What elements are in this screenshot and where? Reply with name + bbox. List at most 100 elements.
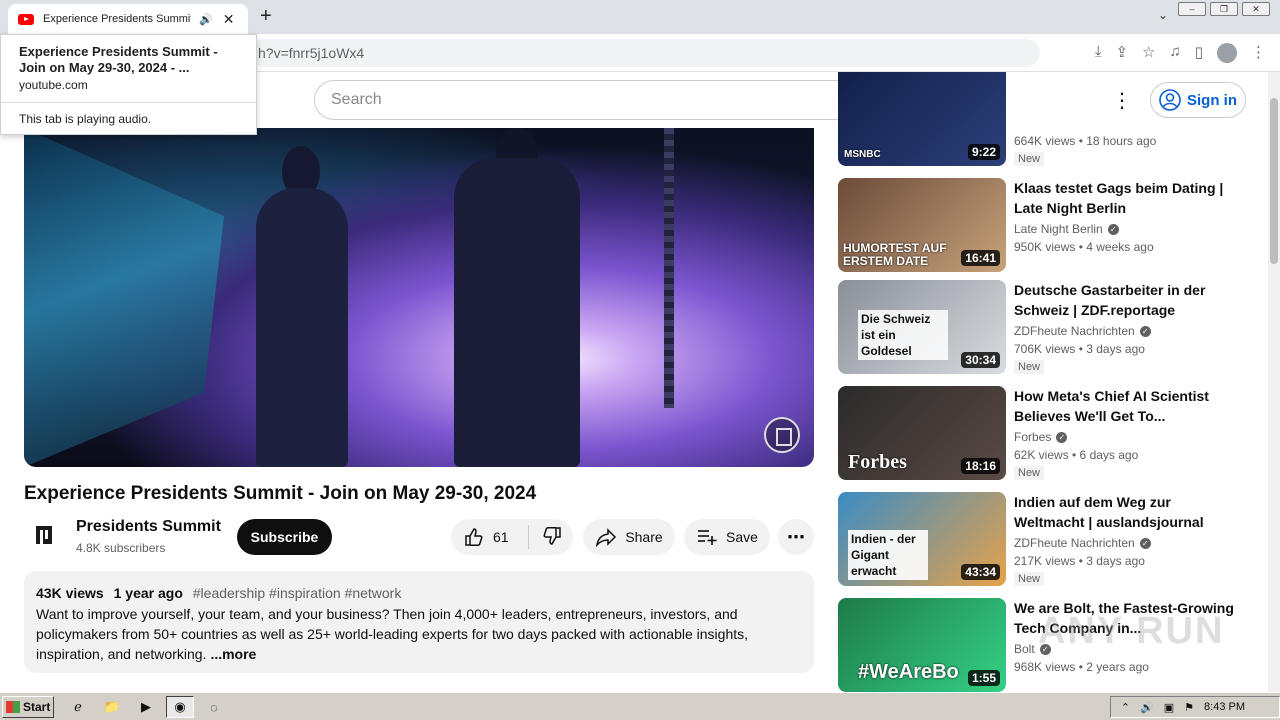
menu-dots-icon[interactable]: ⋮ xyxy=(1251,43,1266,63)
close-tab-icon[interactable]: ✕ xyxy=(223,11,235,28)
thumbnail-caption: HUMORTEST AUF ERSTEM DATE xyxy=(843,241,947,268)
bookmark-star-icon[interactable]: ☆ xyxy=(1142,43,1155,63)
chrome-icon[interactable]: ◉ xyxy=(166,696,194,718)
media-control-icon[interactable]: ♫ xyxy=(1169,43,1180,63)
address-bar[interactable] xyxy=(250,39,1040,67)
save-label: Save xyxy=(726,529,758,545)
start-label: Start xyxy=(23,700,51,714)
show-more-link[interactable]: ...more xyxy=(210,646,256,662)
recommended-channel[interactable]: Late Night Berlin ✓ xyxy=(1014,222,1119,236)
recommended-video[interactable]: Forbes 18:16 How Meta's Chief AI Scienti… xyxy=(838,386,1268,480)
start-button[interactable]: Start xyxy=(2,696,54,718)
video-thumbnail[interactable]: HUMORTEST AUF ERSTEM DATE 16:41 xyxy=(838,178,1006,272)
recommended-video-stats: 217K views • 3 days ago xyxy=(1014,554,1145,568)
verified-check-icon: ✓ xyxy=(1139,325,1151,337)
ie-icon[interactable]: ℯ xyxy=(64,696,92,718)
recommended-video[interactable]: Indien - der Gigant erwacht 43:34 Indien… xyxy=(838,492,1268,586)
volume-icon[interactable]: 🔊 xyxy=(1140,701,1154,714)
video-thumbnail[interactable]: Indien - der Gigant erwacht 43:34 xyxy=(838,492,1006,586)
description-body: Want to improve yourself, your team, and… xyxy=(36,606,749,662)
dislike-button[interactable] xyxy=(529,525,563,550)
video-frame-person xyxy=(256,188,348,467)
scrollbar-thumb[interactable] xyxy=(1270,98,1278,264)
share-label: Share xyxy=(625,529,663,545)
video-thumbnail[interactable]: Forbes 18:16 xyxy=(838,386,1006,480)
recommended-video-stats: 664K views • 18 hours ago xyxy=(1014,134,1157,148)
speaker-icon[interactable]: 🔊 xyxy=(199,13,213,26)
url-text[interactable]: h?v=fnrr5j1oWx4 xyxy=(258,45,364,61)
share-page-icon[interactable]: ⇪ xyxy=(1115,43,1128,63)
page-scrollbar[interactable] xyxy=(1268,72,1280,692)
playlist-add-icon xyxy=(698,530,717,545)
recommended-video-title[interactable]: Deutsche Gastarbeiter in der Schweiz | Z… xyxy=(1014,280,1234,320)
browser-tabstrip: Experience Presidents Summit - 🔊 ✕ + ⌄ –… xyxy=(0,0,1280,34)
channel-avatar[interactable] xyxy=(27,518,61,552)
recommended-channel[interactable]: ZDFheute Nachrichten ✓ xyxy=(1014,536,1151,550)
recommended-video-stats: 968K views • 2 years ago xyxy=(1014,660,1149,674)
edge-icon[interactable]: ◌ xyxy=(200,696,228,718)
verified-check-icon: ✓ xyxy=(1107,223,1119,235)
install-icon[interactable]: ⤓ xyxy=(1095,43,1102,63)
save-button[interactable]: Save xyxy=(684,519,770,555)
recommended-video-title[interactable]: Indien auf dem Weg zur Weltmacht | ausla… xyxy=(1014,492,1234,532)
folder-icon[interactable]: 📁 xyxy=(98,696,126,718)
tab-hover-card: Experience Presidents Summit - Join on M… xyxy=(0,34,257,135)
new-badge: New xyxy=(1014,152,1045,166)
clock[interactable]: 8:43 PM xyxy=(1204,701,1245,713)
recommended-video-title[interactable]: How Meta's Chief AI Scientist Believes W… xyxy=(1014,386,1234,426)
video-frame-person xyxy=(454,158,580,467)
video-duration: 43:34 xyxy=(961,564,1000,580)
recommended-video-stats: 706K views • 3 days ago xyxy=(1014,342,1145,356)
profile-icon[interactable] xyxy=(1217,43,1237,63)
recommended-video[interactable]: HUMORTEST AUF ERSTEM DATE 16:41 Klaas te… xyxy=(838,178,1268,272)
video-thumbnail[interactable]: Die Schweiz ist ein Goldesel 30:34 xyxy=(838,280,1006,374)
chevron-down-icon[interactable]: ⌄ xyxy=(1158,8,1168,22)
recommended-video-title[interactable]: Klaas testet Gags beim Dating | Late Nig… xyxy=(1014,178,1234,218)
recommended-video[interactable]: Die Schweiz ist ein Goldesel 30:34 Deuts… xyxy=(838,280,1268,374)
thumbnail-caption: Die Schweiz ist ein Goldesel xyxy=(858,310,948,360)
windows-logo-icon xyxy=(6,701,20,713)
recommended-channel[interactable]: ZDFheute Nachrichten ✓ xyxy=(1014,324,1151,338)
verified-check-icon: ✓ xyxy=(1056,431,1068,443)
recommended-video-stats: 62K views • 6 days ago xyxy=(1014,448,1139,462)
like-button[interactable]: 61 xyxy=(451,525,529,549)
tray-expand-icon[interactable]: ⌃ xyxy=(1121,701,1130,714)
like-count: 61 xyxy=(493,529,509,545)
search-input[interactable]: Search xyxy=(314,80,851,120)
browser-tab[interactable]: Experience Presidents Summit - 🔊 ✕ xyxy=(8,4,248,34)
channel-name[interactable]: Presidents Summit xyxy=(76,518,221,536)
thumbnail-caption: #WeAreBo xyxy=(858,661,959,683)
hover-card-title: Experience Presidents Summit - Join on M… xyxy=(19,44,218,75)
video-duration: 1:55 xyxy=(967,670,1000,686)
hashtags[interactable]: #leadership #inspiration #network xyxy=(193,585,402,601)
flag-icon[interactable]: ⚑ xyxy=(1184,701,1194,714)
channel-watermark-icon[interactable] xyxy=(764,417,800,453)
hover-card-divider xyxy=(1,102,256,103)
video-thumbnail[interactable]: #WeAreBo 1:55 xyxy=(838,598,1006,692)
subscribe-button[interactable]: Subscribe xyxy=(237,519,332,555)
side-panel-icon[interactable]: ▯ xyxy=(1195,43,1203,63)
thumbnail-caption: Indien - der Gigant erwacht xyxy=(848,530,928,580)
description-meta: 43K views 1 year ago #leadership #inspir… xyxy=(36,585,401,601)
hover-card-audio-note: This tab is playing audio. xyxy=(19,112,152,126)
description-text: Want to improve yourself, your team, and… xyxy=(36,604,776,664)
verified-check-icon: ✓ xyxy=(1139,537,1151,549)
recommended-channel[interactable]: Forbes ✓ xyxy=(1014,430,1068,444)
presidents-summit-logo-icon xyxy=(28,519,60,551)
video-player[interactable] xyxy=(24,128,814,467)
media-player-icon[interactable]: ▶ xyxy=(132,696,160,718)
new-tab-icon[interactable]: + xyxy=(260,5,272,28)
tab-title: Experience Presidents Summit - xyxy=(43,13,191,25)
more-actions-icon[interactable]: ⋯ xyxy=(778,519,814,555)
thumbnail-caption: MSNBC xyxy=(844,149,881,160)
video-thumbnail[interactable]: MSNBC 9:22 xyxy=(838,72,1006,166)
video-duration: 18:16 xyxy=(961,458,1000,474)
share-button[interactable]: Share xyxy=(583,519,675,555)
close-window-icon[interactable]: ✕ xyxy=(1242,2,1270,16)
recommended-video[interactable]: MSNBC 9:22 664K views • 18 hours ago New xyxy=(838,72,1268,166)
network-icon[interactable]: ▣ xyxy=(1164,701,1174,714)
minimize-icon[interactable]: – xyxy=(1178,2,1206,16)
recommended-channel-name: Forbes xyxy=(1014,430,1052,444)
restore-icon[interactable]: ❐ xyxy=(1210,2,1238,16)
description-box[interactable]: 43K views 1 year ago #leadership #inspir… xyxy=(24,571,814,673)
